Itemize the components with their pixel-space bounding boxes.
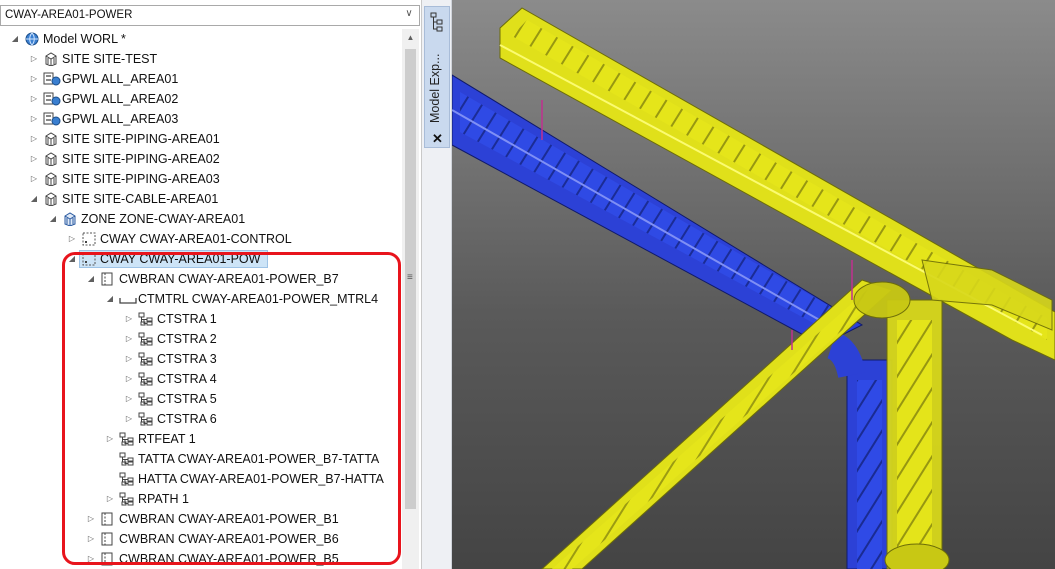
tree-item-label: ZONE ZONE-CWAY-AREA01	[81, 212, 246, 226]
tree-item[interactable]: ▷ GPWL ALL_AREA01	[0, 69, 401, 89]
expand-arrow-icon[interactable]: ▷	[29, 49, 39, 69]
expand-arrow-icon[interactable]: ▷	[29, 169, 39, 189]
group-icon	[43, 72, 61, 86]
expand-arrow-icon[interactable]: ▷	[29, 129, 39, 149]
tree-item[interactable]: ◢ Model WORL *	[0, 29, 401, 49]
site-icon	[43, 132, 59, 147]
tree-item[interactable]: ▷ GPWL ALL_AREA03	[0, 109, 401, 129]
collapse-arrow-icon[interactable]: ◢	[48, 209, 58, 229]
expand-arrow-icon[interactable]: ▷	[29, 89, 39, 109]
scroll-up-arrow-icon[interactable]: ▲	[402, 31, 419, 45]
tree-item[interactable]: ◢ SITE SITE-CABLE-AREA01	[0, 189, 401, 209]
tab-label: Model Exp...	[428, 53, 442, 123]
tree-item[interactable]: ▷ SITE SITE-TEST	[0, 49, 401, 69]
group-icon	[43, 92, 61, 106]
site-icon	[43, 52, 59, 67]
tab-model-explorer[interactable]: Model Exp... ✕	[424, 6, 450, 148]
3d-viewport[interactable]	[452, 0, 1055, 569]
tree-item-label: GPWL ALL_AREA03	[62, 112, 179, 126]
expand-arrow-icon[interactable]: ▷	[29, 149, 39, 169]
tree-item[interactable]: ◢ ZONE ZONE-CWAY-AREA01	[0, 209, 401, 229]
tree-item-label: SITE SITE-PIPING-AREA01	[62, 132, 220, 146]
tree-item-label: SITE SITE-PIPING-AREA03	[62, 172, 220, 186]
tree-item[interactable]: ▷ SITE SITE-PIPING-AREA02	[0, 149, 401, 169]
expand-arrow-icon[interactable]: ▷	[67, 229, 77, 249]
tree-item-label: CWAY CWAY-AREA01-CONTROL	[100, 232, 292, 246]
scrollbar-thumb[interactable]: ≡	[405, 49, 416, 509]
tree-item-label: SITE SITE-CABLE-AREA01	[62, 192, 219, 206]
tree-item[interactable]: ▷ GPWL ALL_AREA02	[0, 89, 401, 109]
tree-item-label: GPWL ALL_AREA02	[62, 92, 179, 106]
close-icon[interactable]: ✕	[432, 131, 443, 147]
element-selector-combo[interactable]: CWAY-AREA01-POWER ∨	[0, 5, 420, 26]
tree-item-label: SITE SITE-PIPING-AREA02	[62, 152, 220, 166]
globe-icon	[24, 32, 40, 46]
collapse-arrow-icon[interactable]: ◢	[29, 189, 39, 209]
expand-arrow-icon[interactable]: ▷	[29, 69, 39, 89]
expand-arrow-icon[interactable]: ▷	[29, 109, 39, 129]
zone-icon	[62, 212, 78, 227]
combo-value: CWAY-AREA01-POWER	[5, 9, 133, 21]
tree-scrollbar[interactable]: ▲ ≡	[402, 29, 419, 569]
chevron-down-icon[interactable]: ∨	[403, 8, 415, 22]
highlight-annotation	[62, 252, 401, 565]
tree-item-label: SITE SITE-TEST	[62, 52, 158, 66]
tree-item-label: Model WORL *	[43, 32, 126, 46]
cableway-icon	[81, 232, 97, 246]
site-icon	[43, 172, 59, 187]
site-icon	[43, 192, 59, 207]
tree-item[interactable]: ▷ SITE SITE-PIPING-AREA01	[0, 129, 401, 149]
model-tree-icon	[430, 12, 443, 32]
tree-item[interactable]: ▷ SITE SITE-PIPING-AREA03	[0, 169, 401, 189]
grip-icon: ≡	[407, 272, 413, 283]
site-icon	[43, 152, 59, 167]
tree-item-label: GPWL ALL_AREA01	[62, 72, 179, 86]
group-icon	[43, 112, 61, 126]
side-tab-strip: Model Exp... ✕	[422, 0, 452, 569]
tree-item[interactable]: ▷ CWAY CWAY-AREA01-CONTROL	[0, 229, 401, 249]
cable-tray-model	[452, 7, 1055, 569]
collapse-arrow-icon[interactable]: ◢	[10, 29, 20, 49]
